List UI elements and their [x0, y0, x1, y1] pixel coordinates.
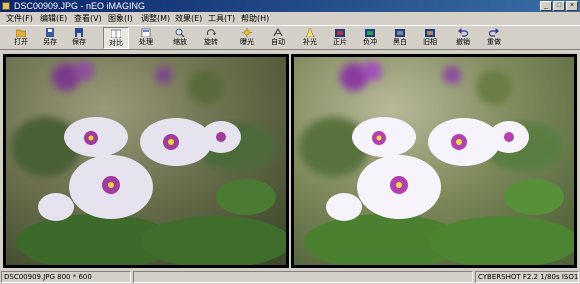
menu-tools[interactable]: 工具(T): [208, 12, 235, 25]
compare-icon: [111, 29, 121, 38]
black-white-button[interactable]: 黑白: [387, 27, 413, 49]
minimize-button[interactable]: _: [540, 1, 552, 11]
menu-edit[interactable]: 编辑(E): [40, 12, 67, 25]
menu-view[interactable]: 查看(V): [74, 12, 102, 25]
original-image-pane[interactable]: [3, 54, 289, 268]
zoom-icon: [175, 28, 185, 37]
compare-button[interactable]: 对比: [103, 27, 129, 49]
fill-light-icon: [305, 28, 315, 37]
app-icon: [2, 2, 10, 10]
close-button[interactable]: ×: [566, 1, 578, 11]
window-title: DSC00909.JPG - nEO iMAGING: [14, 1, 146, 11]
rotate-icon: [207, 29, 216, 36]
undo-button[interactable]: 撤销: [450, 27, 476, 49]
status-middle: [133, 271, 473, 283]
processed-image-pane[interactable]: [291, 54, 577, 268]
save-as-icon: [46, 28, 54, 37]
menu-help[interactable]: 帮助(H): [241, 12, 269, 25]
save-icon: [75, 28, 83, 37]
save-as-button[interactable]: 另存: [37, 27, 63, 49]
status-exif: CYBERSHOT F2.2 1/80s ISO100: [475, 271, 579, 283]
menu-file[interactable]: 文件(F): [6, 12, 33, 25]
menu-effects[interactable]: 效果(E): [175, 12, 202, 25]
original-photo: [6, 57, 286, 265]
status-file-info: DSC00909.JPG 800 * 600: [1, 271, 131, 283]
menu-image[interactable]: 图象(I): [108, 12, 133, 25]
black-white-icon: [395, 29, 405, 37]
process-icon: [141, 28, 151, 37]
fill-light-button[interactable]: 补光: [297, 27, 323, 49]
open-folder-icon: [16, 29, 26, 37]
rotate-button[interactable]: 旋转: [198, 27, 224, 49]
title-bar: DSC00909.JPG - nEO iMAGING _ □ ×: [0, 0, 580, 12]
negative-film-icon: [365, 29, 375, 37]
exposure-icon: [242, 28, 252, 37]
exposure-button[interactable]: 曝光: [234, 27, 260, 49]
old-photo-icon: [425, 29, 435, 37]
status-bar: DSC00909.JPG 800 * 600 CYBERSHOT F2.2 1/…: [0, 270, 580, 284]
app-window: DSC00909.JPG - nEO iMAGING _ □ × 文件(F) 编…: [0, 0, 580, 284]
process-button[interactable]: 处理: [133, 27, 159, 49]
redo-icon: [489, 28, 499, 37]
old-photo-button[interactable]: 旧相: [417, 27, 443, 49]
save-button[interactable]: 保存: [66, 27, 92, 49]
positive-film-icon: [335, 29, 345, 37]
negative-film-button[interactable]: 负冲: [357, 27, 383, 49]
processed-photo: [294, 57, 574, 265]
open-button[interactable]: 打开: [8, 27, 34, 49]
maximize-button[interactable]: □: [553, 1, 565, 11]
menu-adjust[interactable]: 调整(M): [141, 12, 170, 25]
auto-icon: [273, 28, 283, 37]
zoom-button[interactable]: 缩放: [167, 27, 193, 49]
window-controls: _ □ ×: [540, 1, 578, 11]
menu-bar: 文件(F) 编辑(E) 查看(V) 图象(I) 调整(M) 效果(E) 工具(T…: [0, 12, 580, 25]
undo-icon: [458, 28, 468, 37]
redo-button[interactable]: 重做: [481, 27, 507, 49]
positive-film-button[interactable]: 正片: [327, 27, 353, 49]
auto-button[interactable]: 自动: [265, 27, 291, 49]
toolbar: 打开 另存 保存 对比 处理 缩放 旋转 曝光 自动 补光 正片 负冲 黑白 旧…: [0, 25, 580, 50]
